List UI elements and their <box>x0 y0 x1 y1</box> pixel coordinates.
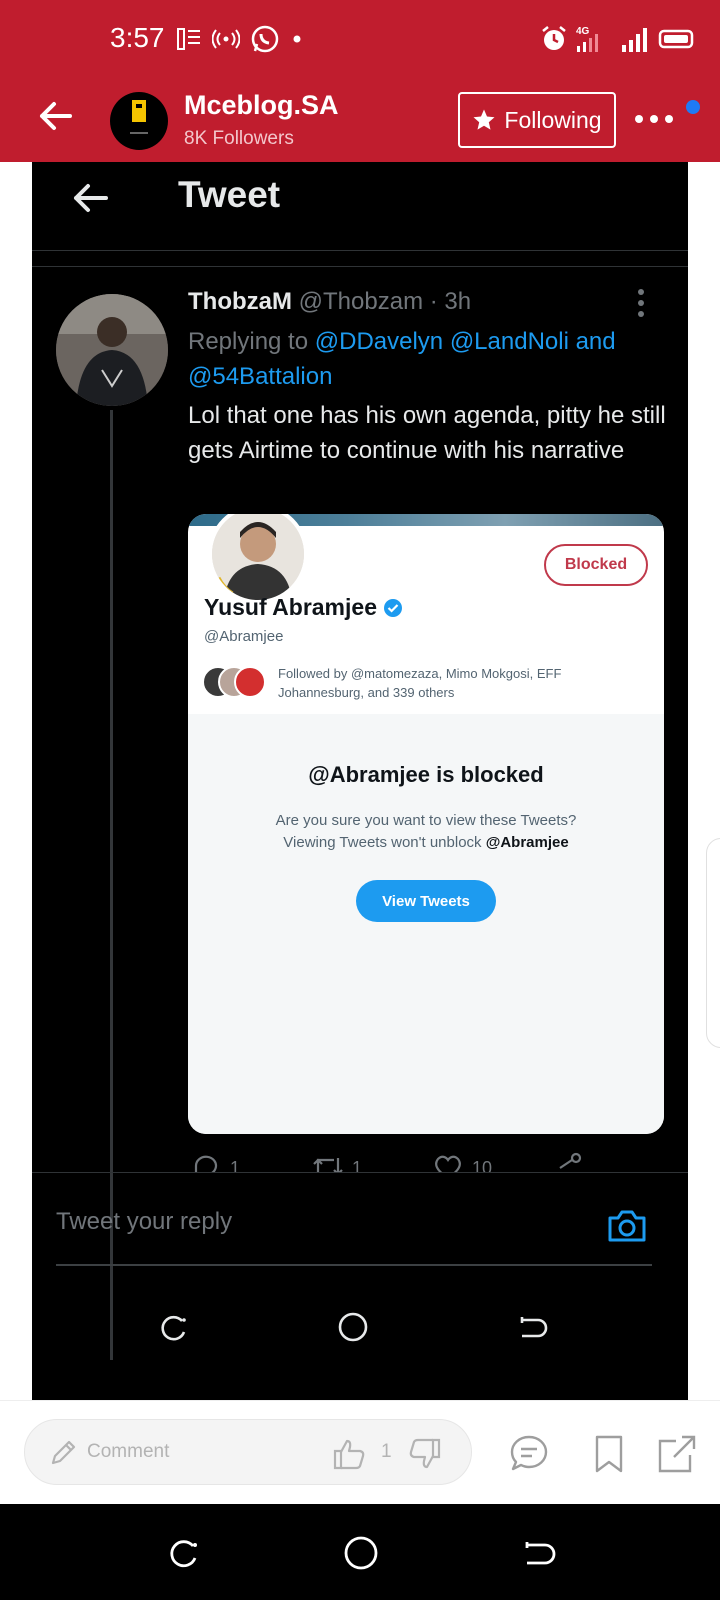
profile-avatar <box>208 514 308 604</box>
top-header: 3:57 4G Mceblog.SA 8K Followers Followin… <box>0 0 720 162</box>
star-icon <box>473 109 495 130</box>
blog-followers-count: 8K Followers <box>184 128 294 149</box>
profile-name: Yusuf Abramjee <box>204 594 403 621</box>
following-button[interactable]: Following <box>458 92 616 148</box>
home-button[interactable] <box>342 1534 380 1572</box>
follower-avatar <box>234 666 266 698</box>
signal-4g-icon: 4G <box>576 26 598 52</box>
heart-icon <box>435 1155 461 1172</box>
notification-icon <box>177 28 200 50</box>
blocked-badge: Blocked <box>544 544 648 586</box>
share-icon[interactable] <box>656 1433 698 1475</box>
follower-avatars <box>202 666 268 700</box>
reply-action: 1 <box>192 1152 252 1172</box>
retweet-icon <box>313 1158 343 1172</box>
tweet-author-line: ThobzaM @Thobzam · 3h <box>188 288 471 316</box>
replying-prefix: Replying to <box>188 328 309 355</box>
blog-title[interactable]: Mceblog.SA <box>184 90 339 121</box>
share-icon <box>559 1152 582 1169</box>
back-button[interactable] <box>520 1536 556 1572</box>
thumbs-down-icon[interactable] <box>407 1436 443 1472</box>
reply-mention-54battalion: @54Battalion <box>188 363 333 390</box>
comment-placeholder: Comment <box>87 1441 170 1462</box>
alarm-icon <box>542 26 566 50</box>
more-options-icon[interactable] <box>634 110 674 124</box>
profile-handle: @Abramjee <box>204 628 284 645</box>
status-time: 3:57 <box>110 22 165 53</box>
tweet-reply-input: Tweet your reply <box>56 1208 233 1235</box>
status-icons-right: 4G <box>540 24 696 54</box>
view-tweets-button: View Tweets <box>356 880 496 922</box>
comments-icon[interactable] <box>508 1433 550 1475</box>
reply-count: 1 <box>230 1158 241 1172</box>
blocked-profile-card: Blocked Yusuf Abramjee @Abramjee Followe… <box>188 514 664 1134</box>
like-count: 10 <box>472 1158 493 1172</box>
retweet-action: 1 <box>312 1152 372 1172</box>
notification-dot <box>686 100 700 114</box>
system-nav-bar <box>0 1504 720 1600</box>
blocked-title: @Abramjee is blocked <box>308 762 544 787</box>
signal-icon <box>622 28 647 52</box>
blocked-panel: @Abramjee is blocked Are you sure you wa… <box>188 714 664 1134</box>
blocked-line-1: Are you sure you want to view these Twee… <box>275 812 577 829</box>
tweet-back-icon <box>74 184 108 212</box>
recents-icon <box>161 1315 186 1341</box>
tweet-time: · 3h <box>429 288 472 315</box>
tweet-author-name: ThobzaM <box>188 288 292 315</box>
blocked-line-2: Viewing Tweets won't unblock <box>283 834 482 851</box>
followed-by: Followed by @matomezaza, Mimo Mokgosi, E… <box>202 664 608 702</box>
embedded-nav-bar <box>32 1306 688 1346</box>
tweet-actions: 1 1 10 <box>188 1152 658 1172</box>
blocked-message: Are you sure you want to view these Twee… <box>228 810 624 854</box>
status-icons-left <box>176 24 304 54</box>
bookmark-icon[interactable] <box>588 1433 630 1475</box>
hotspot-icon <box>212 29 240 49</box>
whatsapp-icon <box>251 25 279 53</box>
share-action <box>552 1152 612 1172</box>
side-panel-handle[interactable] <box>706 838 720 1048</box>
svg-text:4G: 4G <box>576 26 590 37</box>
reply-mentions: @DDavelyn @LandNoli and <box>314 328 616 355</box>
dot-icon <box>293 35 301 43</box>
camera-icon <box>608 1210 646 1242</box>
comment-box[interactable]: Comment 1 <box>24 1419 472 1485</box>
tweet-more-icon <box>636 288 646 318</box>
article-action-bar: Comment 1 <box>0 1400 720 1504</box>
divider <box>32 266 688 267</box>
tweet-screenshot: Tweet ThobzaM @Thobzam · 3h Replying to … <box>32 162 688 1400</box>
app-screen: 3:57 4G Mceblog.SA 8K Followers Followin… <box>0 0 720 1600</box>
back-arrow-icon[interactable] <box>36 96 76 136</box>
verified-badge-icon <box>383 598 402 617</box>
reply-icon <box>194 1155 218 1172</box>
blocked-line-2-handle: @Abramjee <box>485 834 569 851</box>
divider <box>32 1172 688 1173</box>
tweet-text: Lol that one has his own agenda, pitty h… <box>188 402 666 464</box>
tweet-author-handle: @Thobzam <box>298 288 424 315</box>
tweet-page-title: Tweet <box>178 174 281 215</box>
profile-name-text: Yusuf Abramjee <box>204 594 377 620</box>
retweet-count: 1 <box>352 1158 363 1172</box>
home-icon <box>338 1312 368 1342</box>
pencil-icon <box>51 1440 76 1465</box>
following-label: Following <box>504 106 602 133</box>
tweet-author-avatar <box>56 294 168 406</box>
blog-avatar[interactable] <box>110 92 168 150</box>
thumbs-up-icon[interactable] <box>331 1436 367 1472</box>
like-count: 1 <box>381 1441 392 1462</box>
divider <box>32 250 688 251</box>
reply-underline <box>56 1264 652 1266</box>
battery-icon <box>658 29 694 49</box>
back-icon <box>520 1317 548 1338</box>
recents-button[interactable] <box>166 1536 202 1572</box>
replying-to: Replying to @DDavelyn @LandNoli and @54B… <box>188 324 658 394</box>
followed-by-text: Followed by @matomezaza, Mimo Mokgosi, E… <box>278 666 562 700</box>
like-action: 10 <box>432 1152 492 1172</box>
